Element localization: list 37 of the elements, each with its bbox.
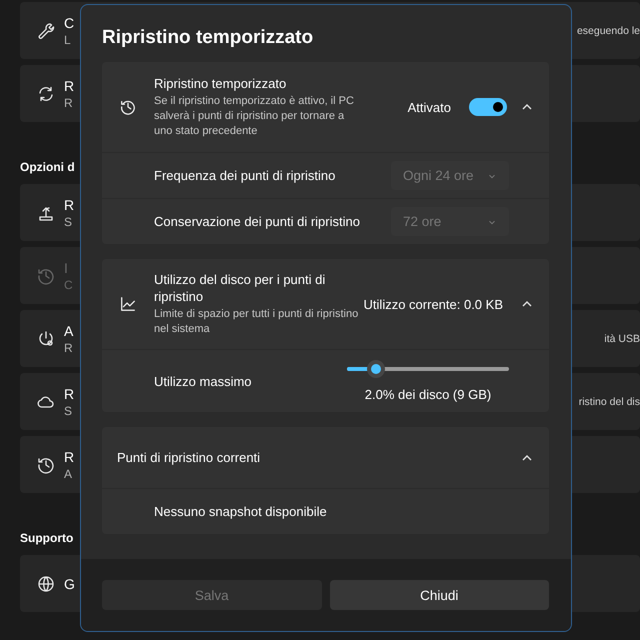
section-description: Se il ripristino temporizzato è attivo, il PC salverà i punti di ripristino per tornare a uno stato precedente (154, 94, 355, 139)
card-subtitle: S (64, 214, 72, 228)
card-title: R (64, 386, 74, 402)
card-subtitle: S (64, 404, 72, 418)
card-subtitle: A (64, 466, 72, 480)
card-description: ità USB (604, 332, 640, 344)
card-subtitle: R (64, 340, 73, 354)
card-subtitle: C (64, 278, 73, 292)
section-title: Ripristino temporizzato (154, 75, 288, 92)
status-text: Utilizzo corrente: 0.0 KB (364, 296, 503, 312)
section-description: Limite di spazio per tutti i punti di ripristino nel sistema (154, 307, 359, 337)
card-title: G (64, 576, 75, 592)
expander-header[interactable]: Utilizzo del disco per i punti di ripristino Limite di spazio per tutti i punti di ripristino nel sistema Utilizzo corrente: 0.0 KB (102, 259, 549, 349)
card-title: R (64, 196, 74, 212)
expander-header[interactable]: Ripristino temporizzato Se il ripristino temporizzato è attivo, il PC salverà i punti di ripristino per tornare a uno stato precedente Attivato (102, 62, 549, 152)
dialog-title: Ripristino temporizzato (102, 27, 314, 49)
card-title: R (64, 78, 74, 94)
expander-header[interactable]: Punti di ripristino correnti (102, 427, 549, 488)
setting-label: Conservazione dei punti di ripristino (154, 214, 360, 229)
card-description: eseguendo le (576, 24, 640, 36)
card-title: A (64, 322, 74, 338)
setting-label: Utilizzo massimo (154, 374, 252, 388)
status-text: Attivato (408, 100, 451, 114)
card-title: R (64, 448, 74, 464)
section-title: Utilizzo del disco per i punti di ripristino (154, 271, 326, 305)
setting-label: Nessuno snapshot disponibile (154, 504, 327, 519)
slider-value: 2.0% dei disco (9 GB) (364, 387, 492, 402)
card-title: I (64, 260, 68, 276)
section-heading: Opzioni d (20, 159, 75, 176)
setting-label: Frequenza dei punti di ripristino (154, 168, 336, 183)
close-button[interactable]: Chiudi (330, 580, 549, 610)
card-subtitle: L (64, 32, 71, 46)
card-subtitle: R (64, 96, 73, 110)
section-title: Punti di ripristino correnti (117, 449, 262, 466)
card-title: C (64, 14, 74, 30)
section-heading: Supporto (20, 530, 74, 547)
card-description: ristino del dis (578, 396, 640, 408)
